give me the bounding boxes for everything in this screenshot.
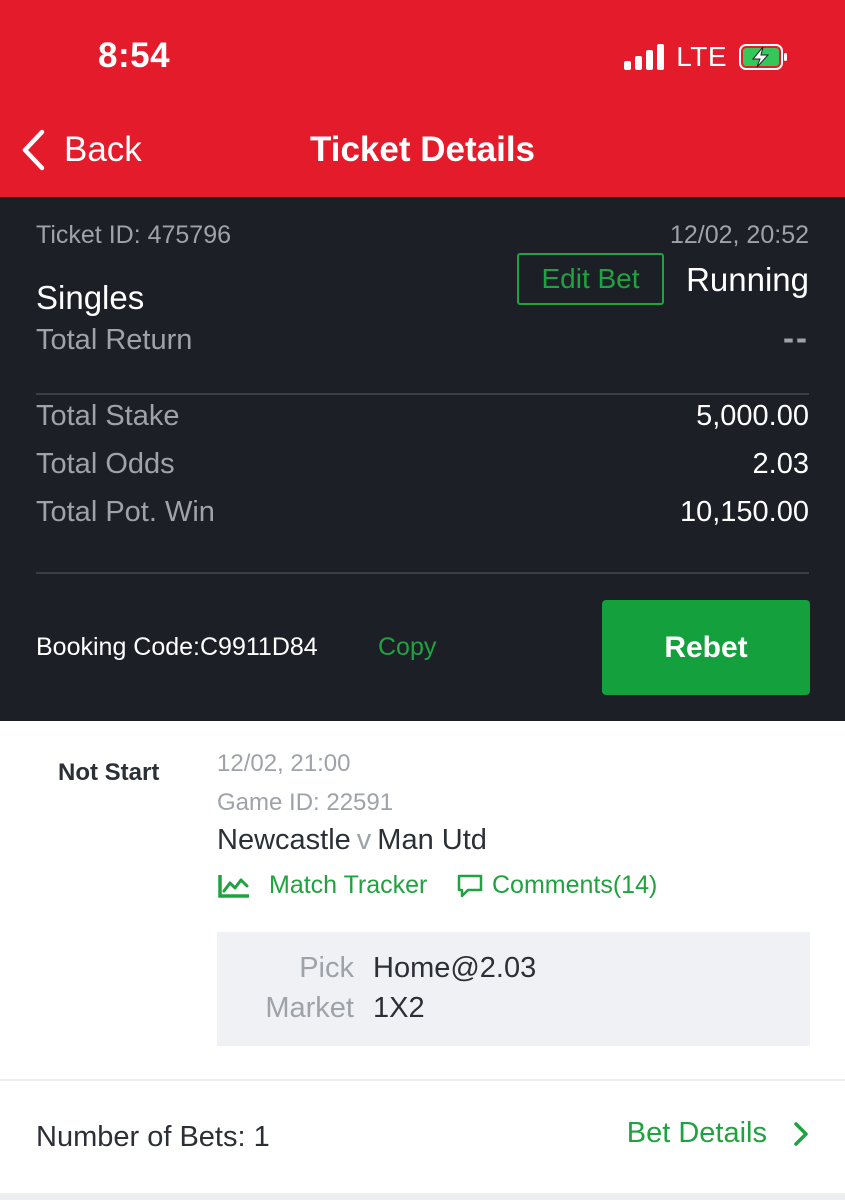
ticket-datetime: 12/02, 20:52 [669,221,809,249]
total-return-label: Total Return [36,324,193,356]
total-stake-label: Total Stake [36,400,180,432]
market-value: 1X2 [373,992,425,1024]
match-teams: Newcastle v Man Utd [217,824,487,857]
match-time: 12/02, 21:00 [217,750,351,777]
divider [36,393,809,395]
away-team: Man Utd [377,824,487,856]
comment-icon [457,874,483,897]
ticket-id: Ticket ID: 475796 [36,221,232,249]
bet-details-label: Bet Details [626,1117,767,1149]
comments-label: Comments(14) [492,871,658,899]
edit-bet-button[interactable]: Edit Bet [517,253,664,305]
home-team: Newcastle [217,824,351,856]
match-status: Not Start [58,759,160,786]
battery-icon [739,44,787,70]
ticket-details-screen: 8:54 LTE Back Ticket Details Ticket ID: … [0,0,845,1200]
total-stake-value: 5,000.00 [696,400,809,432]
bet-status: Running [686,261,809,298]
pick-value: Home@2.03 [373,952,537,984]
header: 8:54 LTE Back Ticket Details [0,0,845,197]
selection-card: Not Start 12/02, 21:00 Game ID: 22591 Ne… [0,721,845,1079]
rebet-button[interactable]: Rebet [602,600,810,695]
bets-summary-row: Number of Bets: 1 Bet Details [0,1081,845,1193]
total-pot-win-label: Total Pot. Win [36,496,215,528]
ticket-summary: Ticket ID: 475796 12/02, 20:52 Edit Bet … [0,197,845,721]
status-time: 8:54 [98,36,171,75]
bet-details-link[interactable]: Bet Details [627,1117,809,1150]
comments-link[interactable]: Comments(14) [456,871,657,900]
network-label: LTE [676,41,727,72]
pick-details: Pick Home@2.03 Market 1X2 [217,932,810,1046]
copy-button[interactable]: Copy [378,633,436,662]
total-pot-win-value: 10,150.00 [679,496,809,528]
total-odds-value: 2.03 [752,448,809,480]
signal-icon [624,44,665,70]
divider [36,572,809,574]
total-return-value: -- [783,319,809,356]
bottom-strip [0,1193,845,1200]
market-label: Market [265,992,354,1024]
page-title: Ticket Details [309,130,536,169]
number-of-bets: Number of Bets: 1 [36,1121,270,1153]
bet-type: Singles [36,279,145,316]
match-tracker-link[interactable]: Match Tracker [217,871,427,900]
versus-label: v [356,824,372,856]
total-odds-label: Total Odds [36,448,175,480]
pick-label: Pick [299,952,354,984]
tracker-icon [218,874,249,898]
match-tracker-label: Match Tracker [269,871,428,899]
status-indicators: LTE [624,40,789,74]
game-id: Game ID: 22591 [217,789,394,816]
chevron-right-icon [794,1121,808,1146]
booking-code: Booking Code:C9911D84 [36,633,318,661]
